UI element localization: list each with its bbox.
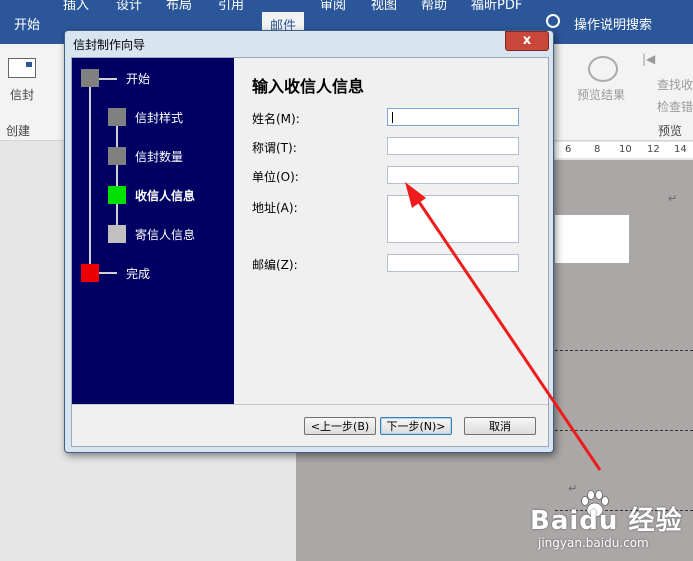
address-field[interactable]: [387, 195, 519, 243]
dialog-title: 信封制作向导: [73, 38, 146, 52]
step-connector: [116, 120, 118, 236]
find-recipient-button[interactable]: 查找收: [657, 76, 693, 93]
page-title: 输入收信人信息: [252, 77, 365, 96]
step-finish[interactable]: 完成: [126, 265, 150, 282]
tab-references[interactable]: 引用: [218, 0, 244, 13]
close-icon: x: [522, 33, 532, 48]
document-text-box[interactable]: [555, 215, 629, 263]
ruler-mark: 14: [674, 144, 687, 155]
close-button[interactable]: x: [505, 31, 549, 51]
tab-layout[interactable]: 布局: [166, 0, 192, 13]
next-button[interactable]: 下一步(N)>: [380, 417, 452, 435]
postcode-label: 邮编(Z):: [252, 258, 298, 272]
title-field[interactable]: [387, 137, 519, 155]
button-separator: [72, 404, 548, 405]
tab-foxit-pdf[interactable]: 福昕PDF: [471, 0, 522, 13]
tab-design[interactable]: 设计: [116, 0, 142, 13]
ruler-mark: 6: [565, 144, 572, 155]
paragraph-mark-icon: ↵: [568, 482, 578, 495]
tab-home[interactable]: 开始: [14, 14, 40, 33]
preview-results-icon[interactable]: [588, 56, 618, 82]
dialog-body: 开始 信封样式 信封数量 收信人信息 寄信人信息 完成 输入收信人信息 姓名(M…: [71, 57, 549, 447]
step-marker-sender: [108, 225, 126, 243]
step-marker-finish: [81, 264, 99, 282]
ruler-mark: 12: [647, 144, 660, 155]
step-start[interactable]: 开始: [126, 70, 150, 87]
postcode-field[interactable]: [387, 254, 519, 272]
search-icon[interactable]: [546, 14, 560, 28]
watermark-brand: Baidu 经验: [530, 506, 683, 536]
ruler-mark: 8: [594, 144, 601, 155]
step-recipient-info[interactable]: 收信人信息: [135, 187, 195, 204]
paragraph-mark-icon: ↵: [668, 192, 678, 205]
step-marker-recipient: [108, 186, 126, 204]
step-connector: [89, 78, 91, 274]
step-sender-info[interactable]: 寄信人信息: [135, 226, 195, 243]
create-group-label: 创建: [6, 124, 31, 138]
section-divider: [555, 430, 693, 431]
first-record-icon[interactable]: |◀: [642, 52, 655, 66]
step-marker-style: [108, 108, 126, 126]
ruler-mark: 10: [619, 144, 632, 155]
wizard-steps-panel: 开始 信封样式 信封数量 收信人信息 寄信人信息 完成: [72, 58, 234, 404]
text-caret: [392, 112, 393, 123]
envelope-icon[interactable]: [8, 58, 36, 78]
address-label: 地址(A):: [252, 201, 298, 215]
name-label: 姓名(M):: [252, 112, 300, 126]
envelope-button[interactable]: 信封: [10, 86, 34, 103]
preview-results-button[interactable]: 预览结果: [577, 86, 625, 103]
horizontal-ruler: 6 8 10 12 14: [555, 142, 693, 158]
back-button[interactable]: <上一步(B): [304, 417, 376, 435]
name-field[interactable]: [387, 108, 519, 126]
watermark-url: jingyan.baidu.com: [538, 536, 649, 550]
tab-help[interactable]: 帮助: [421, 0, 447, 13]
cancel-button[interactable]: 取消: [464, 417, 536, 435]
step-marker-quantity: [108, 147, 126, 165]
check-errors-button[interactable]: 检查错: [657, 98, 693, 115]
step-envelope-style[interactable]: 信封样式: [135, 109, 183, 126]
title-label: 称谓(T):: [252, 141, 297, 155]
section-divider: [555, 350, 693, 351]
envelope-wizard-dialog: 信封制作向导 x 开始 信封样式 信封数量 收信人信息 寄信人信息 完成 输入收…: [64, 30, 554, 453]
tab-view[interactable]: 视图: [371, 0, 397, 13]
step-marker-start: [81, 69, 99, 87]
tab-insert[interactable]: 插入: [63, 0, 89, 13]
company-label: 单位(O):: [252, 170, 299, 184]
tab-review[interactable]: 审阅: [320, 0, 346, 13]
tell-me-search[interactable]: 操作说明搜索: [574, 14, 652, 33]
company-field[interactable]: [387, 166, 519, 184]
step-envelope-quantity[interactable]: 信封数量: [135, 148, 183, 165]
